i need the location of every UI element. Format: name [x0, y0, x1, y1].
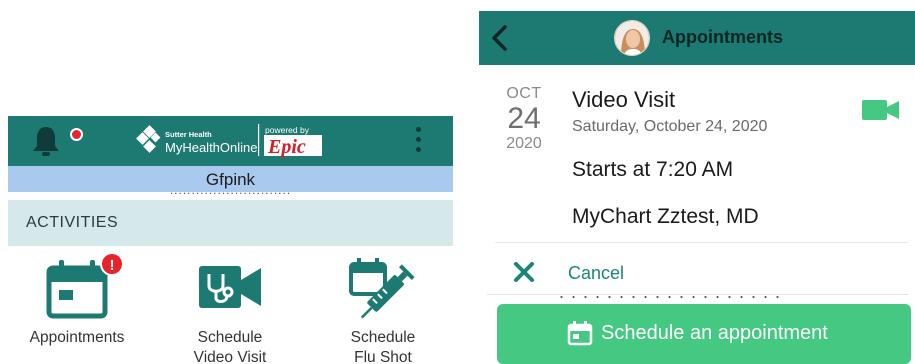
epic-logo: Epic	[267, 136, 306, 158]
activity-label: Schedule Video Visit	[193, 329, 267, 364]
close-icon	[514, 262, 534, 282]
activity-label: Schedule Flu Shot	[350, 329, 416, 364]
right-screen: Appointments OCT 24 2020 Video Visit Sat…	[479, 11, 915, 364]
activities-section-header: ACTIVITIES	[8, 200, 453, 246]
user-avatar	[614, 20, 650, 56]
notification-dot	[70, 128, 83, 141]
section-title: ACTIVITIES	[26, 214, 119, 231]
date-month: OCT	[506, 85, 542, 102]
calendar-icon	[567, 321, 593, 346]
date-day: 24	[507, 102, 541, 135]
divider	[495, 242, 908, 243]
video-camera-icon	[862, 99, 900, 121]
schedule-appointment-button[interactable]: Schedule an appointment	[497, 304, 911, 364]
scroll-ghost-text: ............................	[8, 192, 453, 197]
left-screen: Sutter Health MyHealthOnline powered by …	[8, 116, 453, 364]
scroll-ghost-text: . . . . . . . . . . . . . . . . . . .	[559, 292, 839, 300]
appointment-provider: MyChart Zztest, MD	[572, 205, 759, 228]
appointment-card[interactable]: OCT 24 2020 Video Visit Saturday, Octobe…	[487, 67, 908, 295]
bell-icon[interactable]	[30, 124, 83, 158]
user-name: Gfpink	[205, 170, 256, 189]
myhealthonline-logo: Sutter Health MyHealthOnline powered by …	[136, 122, 326, 160]
appointment-start-time: Starts at 7:20 AM	[572, 158, 734, 181]
app-header: Sutter Health MyHealthOnline powered by …	[8, 116, 453, 166]
appointments-header: Appointments	[479, 11, 915, 65]
video-stethoscope-icon	[197, 262, 263, 317]
cancel-label: Cancel	[568, 263, 625, 283]
syringe-calendar-icon	[347, 254, 419, 331]
appointment-date: Saturday, October 24, 2020	[572, 118, 768, 135]
appointment-title: Video Visit	[572, 87, 676, 112]
activity-appointments[interactable]: ! Appointments	[8, 252, 152, 364]
page-title: Appointments	[662, 27, 783, 47]
alert-badge: !	[100, 252, 124, 276]
user-bar: Gfpink	[8, 166, 453, 192]
chevron-left-icon[interactable]	[485, 21, 515, 55]
date-block: OCT 24 2020	[497, 85, 551, 153]
powered-by: powered by	[265, 125, 310, 135]
kebab-menu-icon[interactable]	[415, 127, 421, 155]
activity-schedule-video-visit[interactable]: Schedule Video Visit	[155, 252, 305, 364]
activity-label: Appointments	[29, 329, 125, 346]
schedule-button-label: Schedule an appointment	[601, 322, 828, 344]
brand-name: MyHealthOnline	[165, 140, 258, 155]
date-year: 2020	[506, 135, 542, 152]
activity-schedule-flu-shot[interactable]: Schedule Flu Shot	[308, 252, 453, 364]
brand-top: Sutter Health	[165, 130, 212, 139]
